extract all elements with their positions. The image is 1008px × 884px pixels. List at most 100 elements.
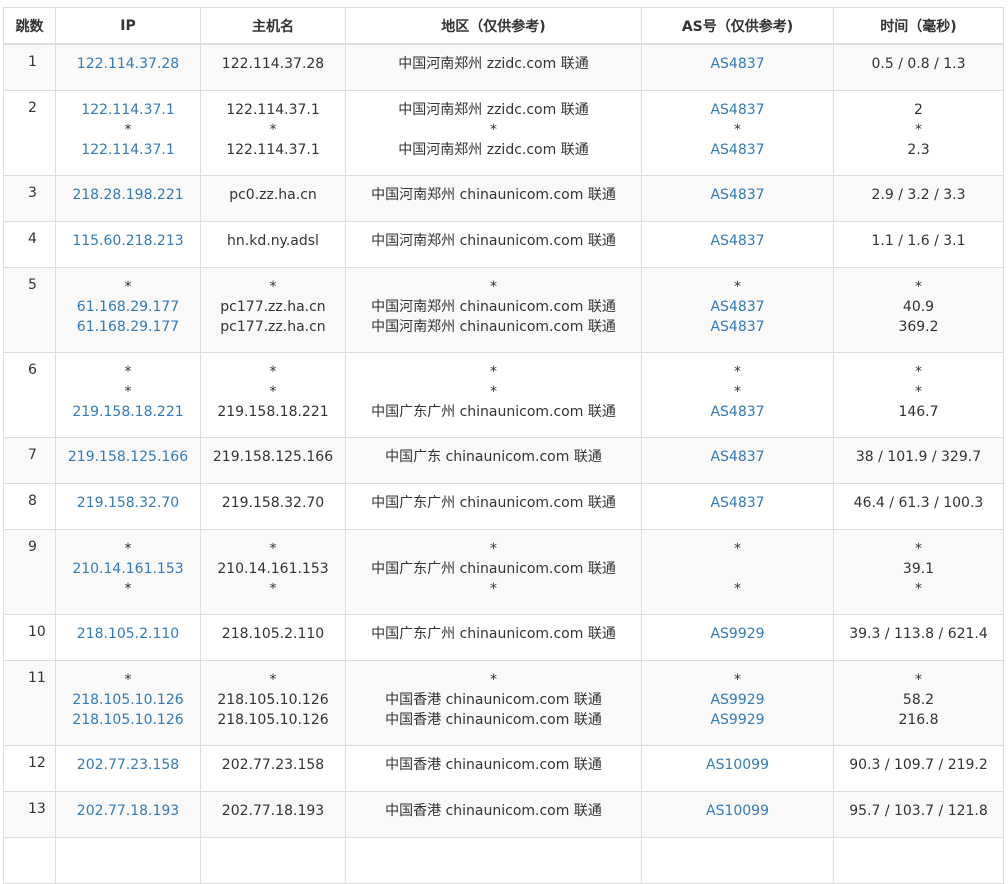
hostname-text: 218.105.10.126 <box>217 692 329 708</box>
region-text: * <box>490 581 497 597</box>
hop-number: 1 <box>3 43 56 91</box>
hostname-text: 122.114.37.1 <box>226 102 320 118</box>
column-header-as: AS号（仅供参考) <box>641 7 834 45</box>
as-number-link[interactable]: AS9929 <box>642 710 833 730</box>
hostname-text: * <box>269 279 277 295</box>
hostname-text: 122.114.37.1 <box>226 142 320 158</box>
latency-cell: 1.1 / 1.6 / 3.1 <box>833 221 1004 268</box>
hop-number: 9 <box>3 529 56 615</box>
hostname-cell: pc0.zz.ha.cn <box>200 175 346 222</box>
region-text: 中国香港 chinaunicom.com 联通 <box>385 803 602 819</box>
as-number-link[interactable]: AS4837 <box>642 402 833 422</box>
region-cell: * * 中国广东广州 chinaunicom.com 联通 <box>345 352 642 438</box>
latency-text: * <box>915 384 922 400</box>
region-cell: 中国河南郑州 chinaunicom.com 联通 <box>345 175 642 222</box>
ip-address-cell: 218.105.2.110 <box>55 614 201 661</box>
as-number-link[interactable]: AS4837 <box>642 447 833 467</box>
table-row: 4 115.60.218.213 hn.kd.ny.adsl 中国河南郑州 china… <box>3 221 1004 268</box>
region-text: 中国广东广州 chinaunicom.com 联通 <box>371 495 616 511</box>
column-header-hostname: 主机名 <box>200 7 346 45</box>
latency-text: 39.1 <box>902 561 935 577</box>
hostname-cell: hn.kd.ny.adsl <box>200 221 346 268</box>
latency-text: * <box>915 541 922 557</box>
region-text: * <box>490 364 497 380</box>
hop-number: 4 <box>3 221 56 268</box>
hostname-text <box>201 847 345 867</box>
region-text: * <box>490 122 497 138</box>
as-number-link[interactable]: AS4837 <box>642 231 833 251</box>
as-number-link[interactable]: AS4837 <box>642 317 833 337</box>
as-number-link[interactable]: AS4837 <box>642 140 833 160</box>
ip-address-link[interactable]: 202.77.18.193 <box>56 801 200 821</box>
table-row: 10 218.105.2.110 218.105.2.110 中国广东广州 china… <box>3 614 1004 661</box>
ip-address-link[interactable]: 122.114.37.1 <box>56 100 200 120</box>
as-number-text <box>642 559 833 579</box>
ip-address-link[interactable]: 202.77.23.158 <box>56 755 200 775</box>
hostname-cell <box>200 837 346 884</box>
as-number-text: * <box>734 122 741 138</box>
hop-number: 13 <box>3 791 56 838</box>
latency-text: 1.1 / 1.6 / 3.1 <box>871 233 966 249</box>
hostname-text: * <box>269 581 277 597</box>
as-number-link[interactable]: AS4837 <box>642 100 833 120</box>
as-number-link[interactable]: AS9929 <box>642 624 833 644</box>
ip-address-cell: 202.77.18.193 <box>55 791 201 838</box>
hostname-cell: * pc177.zz.ha.cn pc177.zz.ha.cn <box>200 267 346 353</box>
hostname-text: 210.14.161.153 <box>217 561 329 577</box>
ip-address-cell: * * 219.158.18.221 <box>55 352 201 438</box>
ip-address-cell: 122.114.37.28 <box>55 43 201 91</box>
region-cell: 中国河南郑州 zzidc.com 联通 * 中国河南郑州 zzidc.com 联通 <box>345 90 642 176</box>
region-text: 中国香港 chinaunicom.com 联通 <box>385 712 602 728</box>
as-number-cell: AS4837 <box>641 43 834 91</box>
hostname-text: * <box>269 364 277 380</box>
as-number-cell: AS9929 <box>641 614 834 661</box>
ip-address-link[interactable]: 219.158.18.221 <box>56 402 200 422</box>
ip-address-link[interactable]: 122.114.37.28 <box>56 54 200 74</box>
ip-address-link[interactable]: 219.158.125.166 <box>56 447 200 467</box>
hostname-text: 219.158.125.166 <box>212 449 334 465</box>
ip-address-link[interactable]: 218.105.10.126 <box>56 690 200 710</box>
ip-address-link[interactable]: 61.168.29.177 <box>56 297 200 317</box>
as-number-cell: * AS4837 AS4837 <box>641 267 834 353</box>
hostname-cell: 218.105.2.110 <box>200 614 346 661</box>
region-text: 中国河南郑州 chinaunicom.com 联通 <box>371 299 616 315</box>
region-cell: * 中国河南郑州 chinaunicom.com 联通 中国河南郑州 chinaun… <box>345 267 642 353</box>
hostname-text: 202.77.23.158 <box>221 757 325 773</box>
ip-address-cell: 115.60.218.213 <box>55 221 201 268</box>
ip-address-link[interactable]: 61.168.29.177 <box>56 317 200 337</box>
ip-address-link[interactable]: 218.105.2.110 <box>56 624 200 644</box>
as-number-text <box>642 847 833 867</box>
latency-text: * <box>915 279 922 295</box>
ip-address-link[interactable]: 122.114.37.1 <box>56 140 200 160</box>
latency-text: 216.8 <box>898 712 939 728</box>
ip-address-cell: * 218.105.10.126 218.105.10.126 <box>55 660 201 746</box>
latency-text: * <box>915 672 922 688</box>
as-number-link[interactable]: AS4837 <box>642 185 833 205</box>
hostname-text: 219.158.32.70 <box>221 495 325 511</box>
hostname-text: 202.77.18.193 <box>221 803 325 819</box>
hop-number: 5 <box>3 267 56 353</box>
ip-address-link[interactable]: 218.105.10.126 <box>56 710 200 730</box>
ip-address-link[interactable]: 115.60.218.213 <box>56 231 200 251</box>
hostname-text: hn.kd.ny.adsl <box>227 233 319 249</box>
as-number-link[interactable]: AS4837 <box>642 297 833 317</box>
ip-address-text: * <box>124 122 132 138</box>
ip-address-link[interactable]: 210.14.161.153 <box>56 559 200 579</box>
ip-address-link[interactable]: 218.28.198.221 <box>56 185 200 205</box>
traceroute-table: 跳数 IP 主机名 地区（仅供参考) AS号（仅供参考) 时间（毫秒) 1 122… <box>3 7 1004 884</box>
table-body: 1 122.114.37.28 122.114.37.28 中国河南郑州 zzidc.… <box>3 43 1004 884</box>
as-number-link[interactable]: AS9929 <box>642 690 833 710</box>
ip-address-link[interactable]: 219.158.32.70 <box>56 493 200 513</box>
hostname-text: 219.158.18.221 <box>217 404 329 420</box>
as-number-cell: * * AS4837 <box>641 352 834 438</box>
as-number-link[interactable]: AS10099 <box>642 755 833 775</box>
ip-address-text: * <box>124 384 132 400</box>
as-number-link[interactable]: AS4837 <box>642 54 833 74</box>
as-number-link[interactable]: AS10099 <box>642 801 833 821</box>
column-header-time: 时间（毫秒) <box>833 7 1004 45</box>
as-number-link[interactable]: AS4837 <box>642 493 833 513</box>
hostname-text: * <box>269 541 277 557</box>
region-cell: * 中国广东广州 chinaunicom.com 联通 * <box>345 529 642 615</box>
latency-cell: * 39.1 * <box>833 529 1004 615</box>
latency-text: * <box>915 122 922 138</box>
